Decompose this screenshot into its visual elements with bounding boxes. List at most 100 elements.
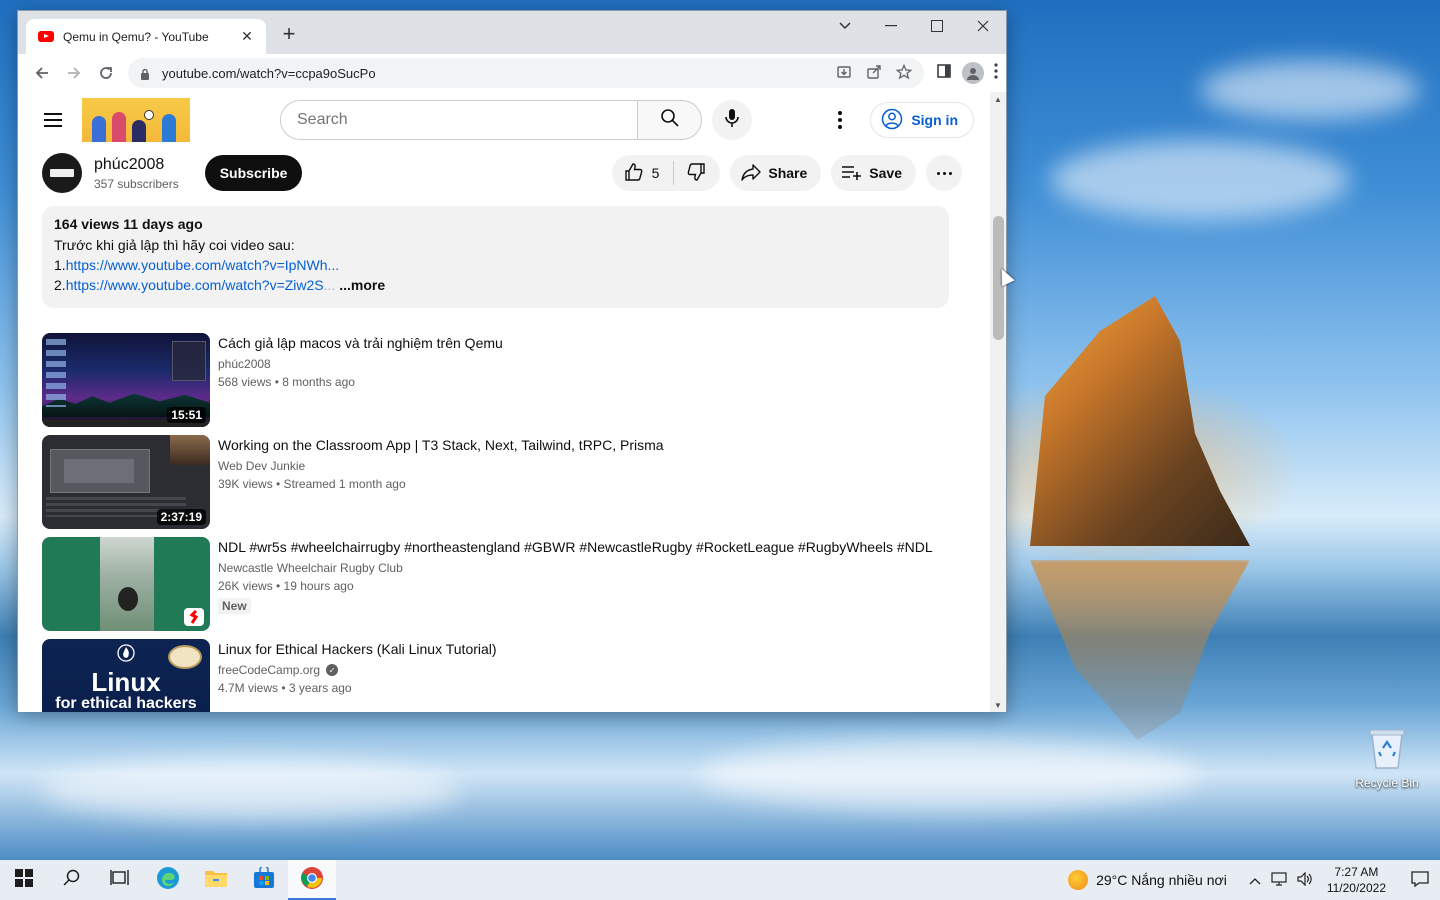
video-title[interactable]: Working on the Classroom App | T3 Stack,… [218, 436, 664, 454]
tab-youtube[interactable]: Qemu in Qemu? - YouTube ✕ [26, 19, 266, 54]
profile-avatar-icon[interactable] [962, 62, 984, 84]
share-button[interactable]: Share [730, 155, 822, 191]
video-channel-name[interactable]: Newcastle Wheelchair Rugby Club [218, 561, 403, 575]
close-tab-icon[interactable]: ✕ [238, 28, 256, 45]
forward-button[interactable] [58, 57, 90, 89]
description-link-1[interactable]: https://www.youtube.com/watch?v=IpNWh... [66, 257, 340, 273]
bookmark-star-icon[interactable] [895, 63, 913, 83]
taskbar-edge[interactable] [144, 860, 192, 900]
new-badge: New [218, 598, 251, 614]
recycle-bin-desktop-icon[interactable]: Recycle Bin [1350, 726, 1424, 790]
video-channel-name[interactable]: Web Dev Junkie [218, 459, 305, 473]
video-thumbnail[interactable]: 15:51 [42, 333, 210, 427]
browser-window: Qemu in Qemu? - YouTube ✕ + youtube.com/… [17, 10, 1007, 712]
system-tray: 29°C Nắng nhiều nơi 7:27 AM 11/20/2022 [1068, 860, 1440, 900]
taskbar-chrome[interactable] [288, 860, 336, 900]
scroll-up-arrow-icon[interactable]: ▲ [990, 92, 1006, 106]
recommendation-item[interactable]: NDL #wr5s #wheelchairrugby #northeasteng… [42, 537, 990, 639]
volume-icon[interactable] [1297, 871, 1313, 889]
video-channel[interactable]: freeCodeCamp.org ✓ [218, 663, 497, 677]
show-more-link[interactable]: ...more [339, 277, 385, 293]
lock-icon[interactable] [140, 67, 150, 80]
dislike-button[interactable] [674, 162, 720, 185]
channel-avatar[interactable] [42, 153, 82, 193]
new-tab-button[interactable]: + [278, 23, 300, 45]
rock-formation [1030, 296, 1250, 546]
voice-search-button[interactable] [712, 100, 752, 140]
seal-badge-icon [168, 645, 202, 669]
youtube-favicon-icon [38, 31, 54, 42]
video-channel-name[interactable]: phúc2008 [218, 357, 271, 371]
side-panel-icon[interactable] [936, 63, 952, 84]
guide-menu-icon[interactable] [42, 111, 64, 129]
action-center-button[interactable] [1400, 860, 1440, 900]
sign-in-button[interactable]: Sign in [870, 102, 974, 138]
video-channel[interactable]: Web Dev Junkie [218, 459, 664, 473]
network-icon[interactable] [1271, 871, 1287, 889]
video-owner-row: phúc2008 357 subscribers Subscribe 5 Sha… [18, 148, 990, 198]
subscribe-button[interactable]: Subscribe [204, 155, 303, 191]
video-title[interactable]: NDL #wr5s #wheelchairrugby #northeasteng… [218, 538, 933, 556]
minimize-button[interactable] [868, 11, 914, 41]
taskbar-file-explorer[interactable] [192, 860, 240, 900]
microphone-icon [725, 108, 739, 133]
install-app-icon[interactable] [836, 64, 852, 83]
like-button[interactable]: 5 [624, 161, 675, 185]
video-title[interactable]: Cách giả lập macos và trải nghiệm trên Q… [218, 334, 503, 352]
recommendation-item[interactable]: 2:37:19 Working on the Classroom App | T… [42, 435, 990, 537]
youtube-page: Sign in phúc2008 357 subscribers Subscri… [18, 92, 990, 712]
more-actions-button[interactable] [926, 155, 962, 191]
link-prefix: 2. [54, 277, 66, 293]
sign-in-label: Sign in [911, 112, 958, 128]
view-count-date: 164 views 11 days ago [54, 216, 203, 232]
youtube-doodle-logo[interactable] [82, 98, 190, 142]
recommendation-item[interactable]: 15:51 Cách giả lập macos và trải nghiệm … [42, 333, 990, 435]
thumbs-down-icon [686, 162, 706, 185]
scroll-down-arrow-icon[interactable]: ▼ [990, 698, 1006, 712]
task-view-icon [110, 869, 130, 892]
system-clock[interactable]: 7:27 AM 11/20/2022 [1327, 864, 1386, 896]
settings-kebab-icon[interactable] [828, 111, 852, 129]
page-scrollbar[interactable]: ▲ ▼ [990, 92, 1006, 712]
fire-icon [114, 643, 138, 668]
back-button[interactable] [26, 57, 58, 89]
share-arrow-icon [740, 163, 762, 184]
search-button[interactable] [638, 100, 702, 140]
recommendation-item[interactable]: Linux for ethical hackers Linux for Ethi… [42, 639, 990, 712]
weather-widget[interactable]: 29°C Nắng nhiều nơi [1068, 870, 1227, 890]
start-button[interactable] [0, 860, 48, 900]
description-box[interactable]: 164 views 11 days ago Trước khi giả lập … [42, 206, 949, 308]
browser-menu-icon[interactable] [994, 62, 998, 84]
video-channel[interactable]: Newcastle Wheelchair Rugby Club [218, 561, 933, 575]
description-line: Trước khi giả lập thì hãy coi video sau: [54, 237, 295, 253]
show-hidden-icons-chevron-icon[interactable] [1249, 872, 1261, 889]
address-bar[interactable]: youtube.com/watch?v=ccpa9oSucPo [128, 58, 924, 88]
reload-button[interactable] [90, 57, 122, 89]
browser-toolbar: youtube.com/watch?v=ccpa9oSucPo [18, 54, 1006, 92]
taskbar-store[interactable] [240, 860, 288, 900]
description-link-2[interactable]: https://www.youtube.com/watch?v=Ziw2S [66, 277, 324, 293]
close-window-button[interactable] [960, 11, 1006, 41]
taskbar: 29°C Nắng nhiều nơi 7:27 AM 11/20/2022 [0, 860, 1440, 900]
video-channel-name[interactable]: freeCodeCamp.org [218, 663, 320, 677]
verified-check-icon: ✓ [326, 664, 339, 676]
tab-strip: Qemu in Qemu? - YouTube ✕ + [18, 11, 1006, 54]
video-thumbnail[interactable]: Linux for ethical hackers [42, 639, 210, 712]
save-button[interactable]: Save [831, 155, 916, 191]
share-page-icon[interactable] [866, 64, 882, 83]
search-input[interactable] [280, 100, 638, 140]
video-duration: 2:37:19 [156, 509, 206, 525]
url-text: youtube.com/watch?v=ccpa9oSucPo [162, 65, 376, 81]
search-taskbar-button[interactable] [48, 860, 96, 900]
maximize-button[interactable] [914, 11, 960, 41]
video-thumbnail[interactable]: 2:37:19 [42, 435, 210, 529]
window-controls [822, 11, 1006, 41]
video-channel[interactable]: phúc2008 [218, 357, 503, 371]
video-thumbnail[interactable] [42, 537, 210, 631]
thumbs-up-icon [624, 162, 644, 185]
video-title[interactable]: Linux for Ethical Hackers (Kali Linux Tu… [218, 640, 497, 658]
tab-search-icon[interactable] [822, 11, 868, 41]
task-view-button[interactable] [96, 860, 144, 900]
channel-name[interactable]: phúc2008 [94, 156, 179, 174]
video-meta: 26K views • 19 hours ago [218, 579, 354, 593]
